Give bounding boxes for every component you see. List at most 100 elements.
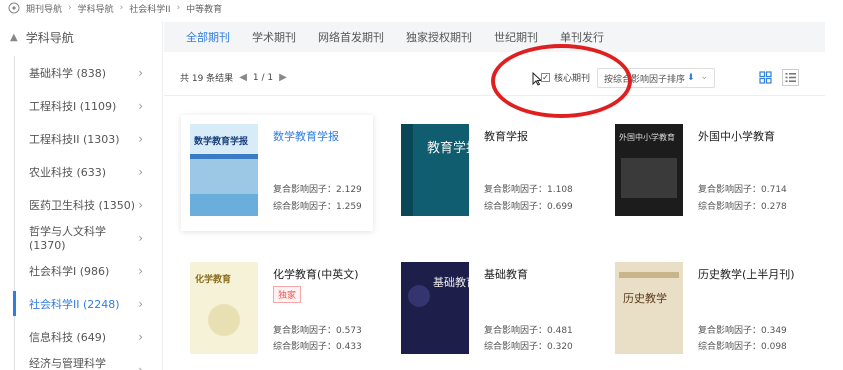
next-page-icon[interactable]: ▶: [279, 72, 287, 83]
sidebar-item-social-science-2[interactable]: 社会科学II (2248) ›: [13, 287, 163, 320]
home-icon[interactable]: [8, 2, 20, 14]
composite-impact-factor: 复合影响因子：0.573: [273, 326, 362, 336]
composite-impact-factor: 复合影响因子：0.349: [698, 326, 787, 336]
chevron-right-icon: ›: [138, 98, 143, 113]
journal-title[interactable]: 基础教育: [484, 266, 528, 282]
tab-exclusive[interactable]: 独家授权期刊: [406, 29, 472, 45]
cover-title: 教育学报: [427, 140, 469, 156]
journal-card[interactable]: 历史教学 历史教学(上半月刊) 复合影响因子：0.349 综合影响因子：0.09…: [606, 253, 798, 369]
chevron-right-icon: ›: [138, 230, 143, 245]
comprehensive-impact-factor: 综合影响因子：0.699: [484, 202, 573, 212]
breadcrumb-item[interactable]: 学科导航: [78, 2, 114, 15]
sidebar-item-information[interactable]: 信息科技 (649) ›: [15, 320, 163, 353]
tab-century[interactable]: 世纪期刊: [494, 29, 538, 45]
chevron-right-icon: ›: [138, 65, 143, 80]
chevron-right-icon: ›: [138, 263, 143, 278]
journal-cover[interactable]: 教育学报: [401, 124, 469, 216]
journal-card[interactable]: 数学教育学报 数学教育学报 复合影响因子：2.129 综合影响因子：1.259: [181, 115, 373, 231]
subject-list: 基础科学 (838) › 工程科技I (1109) › 工程科技II (1303) ›…: [13, 56, 163, 370]
core-journal-filter[interactable]: ✓ 核心期刊: [541, 71, 590, 84]
sidebar-item-label: 医药卫生科技 (1350): [29, 198, 136, 212]
journal-title[interactable]: 数学教育学报: [273, 128, 339, 144]
breadcrumb-separator: ›: [119, 3, 124, 13]
sidebar-item-label: 哲学与人文科学 (1370): [29, 225, 106, 252]
breadcrumb-item[interactable]: 社会科学II: [129, 2, 170, 15]
tab-all-journals[interactable]: 全部期刊: [186, 29, 230, 45]
sidebar-item-label: 农业科技 (633): [29, 165, 107, 179]
tab-academic-journals[interactable]: 学术期刊: [252, 29, 296, 45]
chevron-right-icon: ›: [138, 131, 143, 146]
core-journal-label: 核心期刊: [554, 74, 591, 84]
list-view-icon[interactable]: [782, 69, 799, 86]
cover-title: 外国中小学教育: [619, 132, 675, 142]
sidebar-item-engineering-2[interactable]: 工程科技II (1303) ›: [15, 122, 163, 155]
chevron-right-icon: ›: [138, 296, 143, 311]
sidebar-item-economics[interactable]: 经济与管理科学 (1367) ›: [15, 353, 163, 370]
comprehensive-impact-factor: 综合影响因子：0.320: [484, 342, 573, 352]
journal-cover[interactable]: 基础教育: [401, 262, 469, 354]
journal-type-tabs: 全部期刊 学术期刊 网络首发期刊 独家授权期刊 世纪期刊 单刊发行: [164, 22, 825, 52]
breadcrumb-item[interactable]: 期刊导航: [26, 2, 62, 15]
sort-label: 按综合影响因子排序: [604, 74, 686, 85]
sidebar-item-label: 经济与管理科学 (1367): [29, 357, 106, 370]
exclusive-badge: 独家: [273, 286, 302, 303]
sort-down-arrow-icon: ⬇: [687, 73, 695, 83]
sidebar-item-label: 工程科技II (1303): [29, 132, 120, 146]
tab-single-issue[interactable]: 单刊发行: [560, 29, 604, 45]
chevron-right-icon: ›: [138, 164, 143, 179]
chevron-right-icon: ›: [138, 362, 143, 370]
journal-cover[interactable]: 化学教育: [190, 262, 258, 354]
sidebar-item-label: 社会科学I (986): [29, 264, 110, 278]
breadcrumb-item-current: 中等教育: [186, 4, 223, 15]
comprehensive-impact-factor: 综合影响因子：0.098: [698, 342, 787, 352]
journal-title[interactable]: 外国中小学教育: [698, 128, 775, 144]
tab-online-first[interactable]: 网络首发期刊: [318, 29, 384, 45]
sidebar-header[interactable]: ▲ 学科导航: [0, 22, 162, 52]
journal-title[interactable]: 化学教育(中英文): [273, 266, 359, 282]
journal-cover[interactable]: 历史教学: [615, 262, 683, 354]
sidebar-item-philosophy[interactable]: 哲学与人文科学 (1370) ›: [15, 221, 163, 254]
chevron-right-icon: ›: [138, 197, 143, 212]
result-count: 共 19 条结果: [180, 74, 234, 84]
composite-impact-factor: 复合影响因子：0.714: [698, 185, 787, 195]
journal-card[interactable]: 基础教育 基础教育 复合影响因子：0.481 综合影响因子：0.320: [392, 253, 584, 369]
grid-view-icon[interactable]: [757, 69, 774, 86]
breadcrumb-separator: ›: [176, 3, 181, 13]
sidebar-item-basic-science[interactable]: 基础科学 (838) ›: [15, 56, 163, 89]
journal-title[interactable]: 教育学报: [484, 128, 528, 144]
sort-select[interactable]: 按综合影响因子排序 ⬇ ⌄: [597, 68, 715, 88]
composite-impact-factor: 复合影响因子：1.108: [484, 185, 573, 195]
result-summary: 共 19 条结果 ◀ 1 / 1 ▶: [180, 71, 287, 84]
journal-card[interactable]: 外国中小学教育 外国中小学教育 复合影响因子：0.714 综合影响因子：0.27…: [606, 115, 798, 231]
breadcrumb: 期刊导航 › 学科导航 › 社会科学II › 中等教育: [8, 0, 222, 16]
journal-title[interactable]: 历史教学(上半月刊): [698, 266, 795, 282]
journal-cover[interactable]: 数学教育学报: [190, 124, 258, 216]
journal-card[interactable]: 化学教育 化学教育(中英文) 独家 复合影响因子：0.573 综合影响因子：0.…: [181, 253, 373, 369]
cover-title: 数学教育学报: [194, 135, 248, 147]
journal-card[interactable]: 教育学报 教育学报 复合影响因子：1.108 综合影响因子：0.699: [392, 115, 584, 231]
sidebar-item-medicine[interactable]: 医药卫生科技 (1350) ›: [15, 188, 163, 221]
breadcrumb-separator: ›: [68, 3, 72, 13]
cover-title: 基础教育: [433, 275, 469, 289]
comprehensive-impact-factor: 综合影响因子：1.259: [273, 202, 362, 212]
collapse-caret-icon: ▲: [10, 31, 18, 43]
cover-title: 历史教学: [623, 291, 667, 305]
sidebar-item-label: 基础科学 (838): [29, 66, 107, 80]
subject-sidebar: ▲ 学科导航 基础科学 (838) › 工程科技I (1109) › 工程科技II …: [0, 22, 163, 370]
sidebar-item-label: 社会科学II (2248): [29, 297, 120, 311]
sidebar-item-social-science-1[interactable]: 社会科学I (986) ›: [15, 254, 163, 287]
journal-cover[interactable]: 外国中小学教育: [615, 124, 683, 216]
composite-impact-factor: 复合影响因子：0.481: [484, 326, 573, 336]
comprehensive-impact-factor: 综合影响因子：0.433: [273, 342, 362, 352]
cover-title: 化学教育: [195, 273, 231, 285]
sidebar-item-agriculture[interactable]: 农业科技 (633) ›: [15, 155, 163, 188]
sidebar-item-label: 信息科技 (649): [29, 330, 107, 344]
sidebar-item-label: 工程科技I (1109): [29, 99, 117, 113]
sidebar-item-engineering-1[interactable]: 工程科技I (1109) ›: [15, 89, 163, 122]
composite-impact-factor: 复合影响因子：2.129: [273, 185, 362, 195]
results-toolbar: 共 19 条结果 ◀ 1 / 1 ▶ ✓ 核心期刊 按综合影响因子排序 ⬇ ⌄: [164, 60, 825, 96]
chevron-down-icon: ⌄: [700, 72, 708, 82]
sidebar-title: 学科导航: [25, 30, 74, 45]
core-journal-checkbox[interactable]: ✓: [541, 73, 550, 82]
prev-page-icon[interactable]: ◀: [239, 72, 247, 83]
